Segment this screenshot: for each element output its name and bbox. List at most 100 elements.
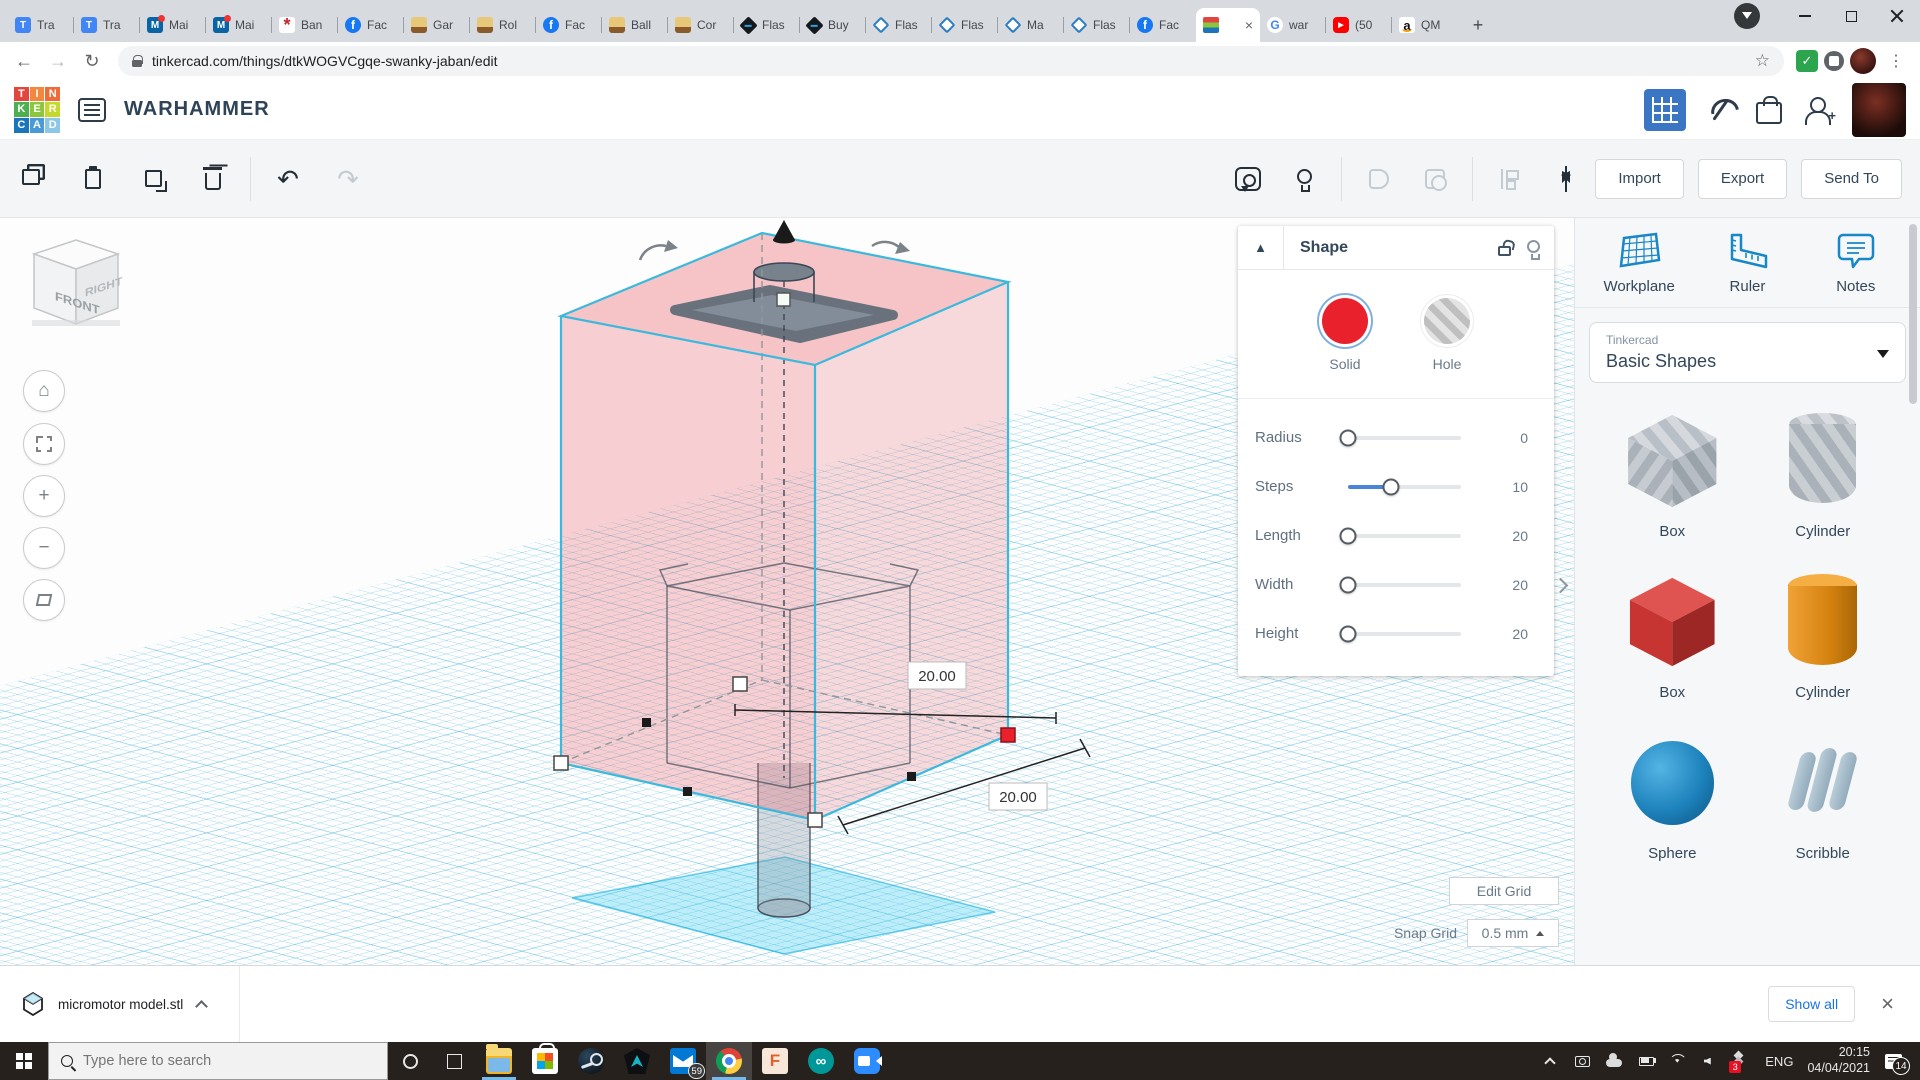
browser-menu-icon[interactable]: ⋮ bbox=[1882, 47, 1910, 75]
shape-item[interactable]: Cylinder bbox=[1748, 556, 1899, 707]
show-all-button[interactable] bbox=[1233, 164, 1263, 194]
browser-tab[interactable]: Fac bbox=[536, 8, 602, 42]
taskbar-app[interactable] bbox=[844, 1042, 890, 1080]
shape-thumbnail[interactable] bbox=[1620, 409, 1724, 513]
slider-handle[interactable] bbox=[1340, 429, 1357, 446]
browser-tab[interactable]: Ma bbox=[998, 8, 1064, 42]
taskbar-app[interactable] bbox=[568, 1042, 614, 1080]
browser-tab[interactable]: Fac bbox=[338, 8, 404, 42]
capture-tray-icon[interactable] bbox=[1573, 1052, 1591, 1070]
browser-tab[interactable]: Ball bbox=[602, 8, 668, 42]
slider-track[interactable] bbox=[1348, 436, 1461, 440]
search-input[interactable] bbox=[83, 1053, 375, 1069]
unlock-icon[interactable] bbox=[1498, 246, 1511, 256]
browser-tab[interactable]: Mai bbox=[140, 8, 206, 42]
tab-close-icon[interactable]: × bbox=[1245, 18, 1253, 32]
restore-button[interactable] bbox=[1828, 0, 1874, 32]
active-corner-handle[interactable] bbox=[1001, 728, 1015, 742]
browser-tab[interactable]: Ban bbox=[272, 8, 338, 42]
taskbar-search[interactable] bbox=[48, 1042, 388, 1080]
hole-option[interactable]: Hole bbox=[1424, 298, 1470, 372]
taskbar-app[interactable]: 59 bbox=[660, 1042, 706, 1080]
copy-button[interactable] bbox=[18, 164, 48, 194]
browser-profile-avatar[interactable] bbox=[1850, 48, 1876, 74]
shape-library-dropdown[interactable]: Tinkercad Basic Shapes bbox=[1589, 322, 1906, 383]
hole-swatch[interactable] bbox=[1424, 298, 1470, 344]
paste-button[interactable] bbox=[78, 164, 108, 194]
redo-button[interactable]: ↷ bbox=[333, 164, 363, 194]
slider-handle[interactable] bbox=[1340, 576, 1357, 593]
edge-handle[interactable] bbox=[683, 787, 692, 796]
shape-item[interactable]: Cylinder bbox=[1748, 395, 1899, 546]
downloaded-file-chip[interactable]: micromotor model.stl bbox=[0, 966, 240, 1042]
3d-viewport[interactable]: 20.00 20.00 bbox=[0, 218, 1574, 965]
onedrive-tray-icon[interactable] bbox=[1605, 1052, 1623, 1070]
slider-track[interactable] bbox=[1348, 632, 1461, 636]
snap-grid-dropdown[interactable]: 0.5 mm bbox=[1467, 919, 1559, 947]
invite-person-icon[interactable]: + bbox=[1802, 95, 1832, 125]
align-button[interactable] bbox=[1495, 164, 1525, 194]
shape-thumbnail[interactable] bbox=[1771, 731, 1875, 835]
browser-tab[interactable]: Tra bbox=[8, 8, 74, 42]
minimize-button[interactable] bbox=[1782, 0, 1828, 32]
task-view-button[interactable] bbox=[432, 1042, 476, 1080]
design-menu-icon[interactable] bbox=[78, 98, 106, 122]
fit-view-button[interactable] bbox=[23, 423, 65, 465]
dim-width-value[interactable]: 20.00 bbox=[918, 668, 956, 685]
reload-button[interactable]: ↻ bbox=[78, 47, 106, 75]
slider-handle[interactable] bbox=[1382, 478, 1399, 495]
extension-check-icon[interactable]: ✓ bbox=[1796, 50, 1818, 72]
slider-track[interactable] bbox=[1348, 485, 1461, 489]
top-face-handle[interactable] bbox=[777, 293, 790, 306]
browser-tab[interactable]: Buy bbox=[800, 8, 866, 42]
slider-handle[interactable] bbox=[1340, 527, 1357, 544]
zoom-out-button[interactable]: − bbox=[23, 527, 65, 569]
show-all-downloads-button[interactable]: Show all bbox=[1768, 986, 1855, 1022]
zoom-in-button[interactable]: + bbox=[23, 475, 65, 517]
browser-tab[interactable]: war bbox=[1260, 8, 1326, 42]
download-status-icon[interactable] bbox=[1734, 3, 1760, 29]
shape-thumbnail[interactable] bbox=[1771, 570, 1875, 674]
dim-length-value[interactable]: 20.00 bbox=[999, 789, 1037, 806]
secure-lock-icon[interactable] bbox=[132, 55, 142, 67]
start-button[interactable] bbox=[0, 1042, 48, 1080]
download-bar-close-icon[interactable]: × bbox=[1881, 993, 1894, 1015]
browser-tab[interactable]: Cor bbox=[668, 8, 734, 42]
duplicate-button[interactable] bbox=[138, 164, 168, 194]
shape-item[interactable]: Box bbox=[1597, 556, 1748, 707]
browser-tab[interactable]: Flas bbox=[1064, 8, 1130, 42]
shape-item[interactable]: Box bbox=[1597, 395, 1748, 546]
shape-item[interactable]: Scribble bbox=[1748, 717, 1899, 868]
perspective-toggle-button[interactable] bbox=[23, 579, 65, 621]
corner-handle[interactable] bbox=[808, 813, 822, 827]
taskbar-app[interactable] bbox=[614, 1042, 660, 1080]
panel-collapse-button[interactable]: ▲ bbox=[1238, 226, 1284, 269]
design-title[interactable]: WARHAMMER bbox=[124, 98, 270, 121]
browser-tab[interactable]: Tra bbox=[74, 8, 140, 42]
shape-thumbnail[interactable] bbox=[1620, 570, 1724, 674]
sidebar-collapse-chevron[interactable] bbox=[1552, 570, 1572, 600]
browser-tab[interactable]: Flas bbox=[866, 8, 932, 42]
import-button[interactable]: Import bbox=[1595, 159, 1684, 199]
wifi-tray-icon[interactable] bbox=[1669, 1052, 1687, 1070]
solid-color-swatch[interactable] bbox=[1322, 298, 1368, 344]
home-view-button[interactable]: ⌂ bbox=[23, 370, 65, 412]
mirror-button[interactable] bbox=[1551, 164, 1581, 194]
slider-track[interactable] bbox=[1348, 534, 1461, 538]
notes-tool[interactable]: Notes bbox=[1804, 232, 1908, 295]
close-button[interactable] bbox=[1874, 0, 1920, 32]
taskbar-app[interactable] bbox=[798, 1042, 844, 1080]
send-to-button[interactable]: Send To bbox=[1801, 159, 1902, 199]
delete-button[interactable] bbox=[198, 164, 228, 194]
browser-tab[interactable]: Flas bbox=[932, 8, 998, 42]
dashboard-grid-button[interactable] bbox=[1644, 89, 1686, 131]
bookmark-star-icon[interactable]: ☆ bbox=[1755, 51, 1770, 71]
browser-tab[interactable]: Mai bbox=[206, 8, 272, 42]
sidebar-scrollbar[interactable] bbox=[1909, 224, 1917, 404]
browser-tab[interactable]: Rol bbox=[470, 8, 536, 42]
taskbar-app[interactable] bbox=[752, 1042, 798, 1080]
rotate-handle-left[interactable] bbox=[664, 240, 678, 252]
solid-option[interactable]: Solid bbox=[1322, 298, 1368, 372]
volume-tray-icon[interactable] bbox=[1701, 1052, 1719, 1070]
browser-tab[interactable]: (50 bbox=[1326, 8, 1392, 42]
